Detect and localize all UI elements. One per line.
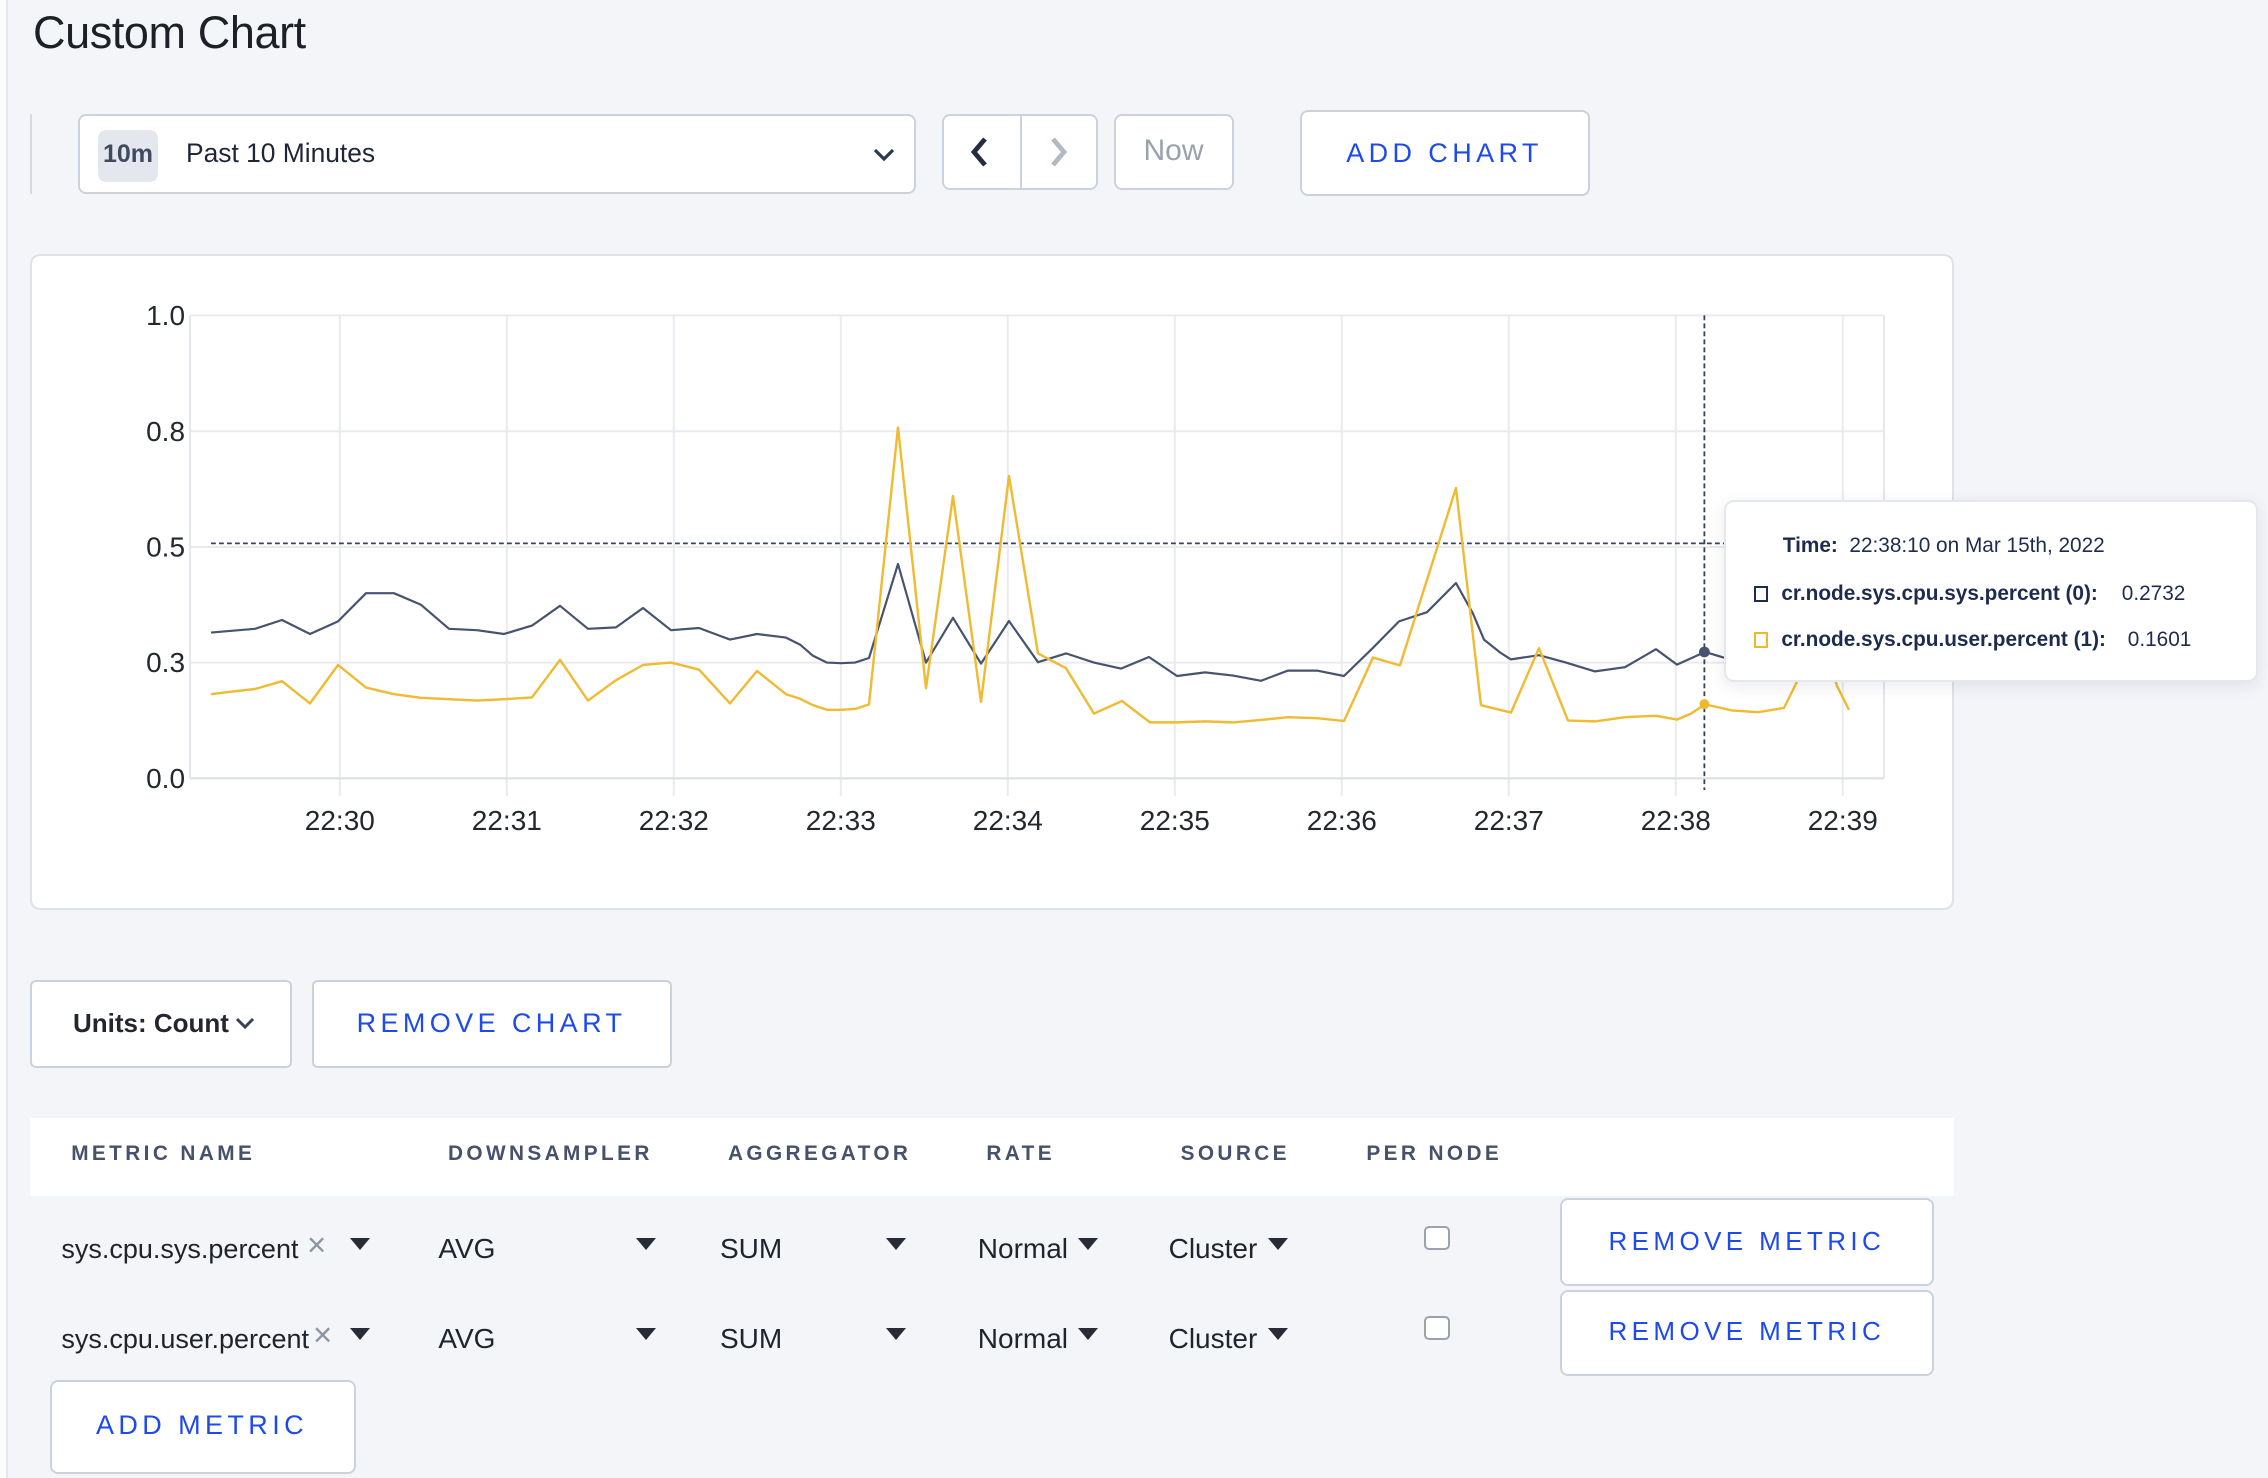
svg-text:22:33: 22:33 <box>806 805 876 836</box>
svg-text:22:38: 22:38 <box>1641 805 1711 836</box>
svg-text:1.0: 1.0 <box>146 300 185 331</box>
svg-text:22:37: 22:37 <box>1474 805 1544 836</box>
svg-text:22:36: 22:36 <box>1307 805 1377 836</box>
svg-text:0.0: 0.0 <box>146 763 185 794</box>
svg-text:0.5: 0.5 <box>146 531 185 562</box>
svg-text:0.8: 0.8 <box>146 415 185 446</box>
svg-text:0.3: 0.3 <box>146 647 185 678</box>
svg-text:22:34: 22:34 <box>973 805 1043 836</box>
svg-text:22:30: 22:30 <box>305 805 375 836</box>
svg-text:22:31: 22:31 <box>472 805 542 836</box>
svg-text:22:35: 22:35 <box>1140 805 1210 836</box>
svg-text:22:32: 22:32 <box>639 805 709 836</box>
svg-text:22:39: 22:39 <box>1808 805 1878 836</box>
